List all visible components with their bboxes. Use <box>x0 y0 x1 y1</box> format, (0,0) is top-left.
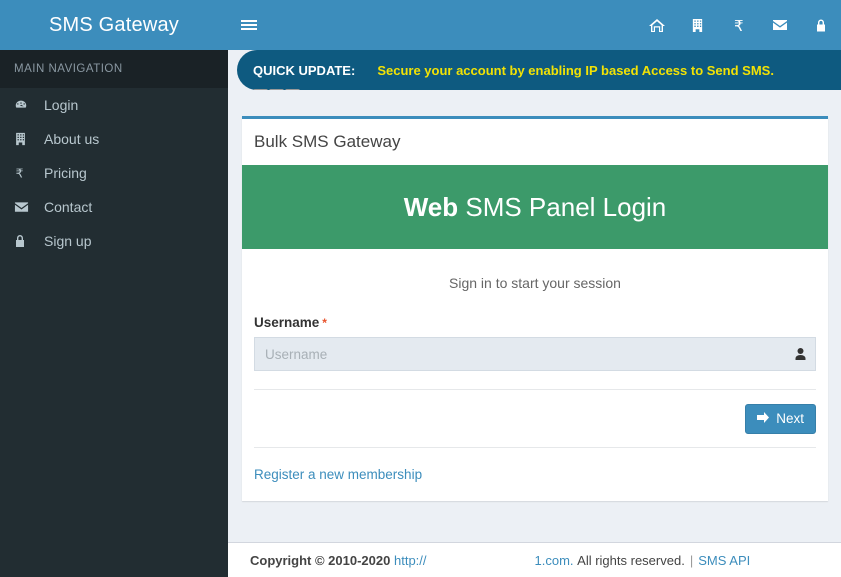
hamburger-icon[interactable] <box>228 0 270 50</box>
envelope-icon[interactable] <box>759 0 800 50</box>
footer-rights: All rights reserved. <box>577 552 685 568</box>
footer: Copyright © 2010-2020 http:// 1.com. All… <box>228 542 841 577</box>
username-label-text: Username <box>254 315 320 330</box>
signin-message: Sign in to start your session <box>449 275 621 291</box>
quick-update-label: QUICK UPDATE: <box>253 62 356 78</box>
sidebar-item-login[interactable]: Login <box>0 88 228 122</box>
form-actions: Next <box>254 390 816 447</box>
login-form: Sign in to start your session Username* <box>242 249 828 501</box>
sidebar-nav: Login About us ₹ Pricing Contact Sign up <box>0 88 228 258</box>
lock-icon[interactable] <box>800 0 841 50</box>
quick-update-message: Secure your account by enabling IP based… <box>377 62 774 78</box>
sidebar-item-sign-up[interactable]: Sign up <box>0 224 228 258</box>
building-icon[interactable] <box>677 0 718 50</box>
brand-title: SMS Gateway <box>48 13 180 36</box>
envelope-icon <box>14 201 36 213</box>
footer-url-suffix[interactable]: 1.com. <box>535 553 574 568</box>
arrow-right-icon <box>757 411 770 426</box>
main-content: Bulk SMS Gateway Web SMS Panel Login Sig… <box>228 90 841 542</box>
next-button-label: Next <box>776 411 804 426</box>
svg-text:₹: ₹ <box>734 17 744 33</box>
register-link[interactable]: Register a new membership <box>254 467 422 482</box>
rupee-icon[interactable]: ₹ <box>718 0 759 50</box>
lock-icon <box>14 234 36 248</box>
panel-banner-rest: SMS Panel Login <box>458 191 667 222</box>
svg-text:₹: ₹ <box>16 166 24 180</box>
login-card: Bulk SMS Gateway Web SMS Panel Login Sig… <box>242 116 828 501</box>
sidebar-item-pricing[interactable]: ₹ Pricing <box>0 156 228 190</box>
username-field-wrap <box>254 337 816 371</box>
footer-separator: | <box>689 552 694 568</box>
sidebar-item-label: About us <box>44 131 100 147</box>
dashboard-icon <box>14 98 36 112</box>
sidebar-item-label: Contact <box>44 199 93 215</box>
building-icon <box>14 132 36 146</box>
sidebar-item-contact[interactable]: Contact <box>0 190 228 224</box>
required-asterisk: * <box>322 316 327 330</box>
quick-update-bar: QUICK UPDATE: Secure your account by ena… <box>228 50 841 90</box>
footer-sms-api-link[interactable]: SMS API <box>698 553 750 568</box>
rupee-icon: ₹ <box>14 166 36 180</box>
brand-logo[interactable]: SMS Gateway <box>0 0 228 50</box>
next-button[interactable]: Next <box>745 403 816 434</box>
sidebar: SMS Gateway MAIN NAVIGATION Login About … <box>0 0 228 577</box>
sidebar-section-header: MAIN NAVIGATION <box>0 50 228 88</box>
footer-copyright: Copyright © 2010-2020 <box>250 552 391 568</box>
header-icon-group: ₹ <box>636 0 841 50</box>
page-root: SMS Gateway MAIN NAVIGATION Login About … <box>0 0 841 577</box>
panel-banner-bold: Web <box>403 191 459 222</box>
panel-banner-text: Web SMS Panel Login <box>404 192 667 223</box>
sidebar-item-label: Pricing <box>44 165 87 181</box>
top-header: ₹ <box>228 0 841 50</box>
panel-banner: Web SMS Panel Login <box>242 165 828 249</box>
sidebar-item-label: Sign up <box>44 233 92 249</box>
quick-update-inner: QUICK UPDATE: Secure your account by ena… <box>237 50 841 90</box>
register-row: Register a new membership <box>254 448 816 501</box>
card-header: Bulk SMS Gateway <box>242 119 828 165</box>
footer-url-prefix[interactable]: http:// <box>394 553 427 568</box>
home-icon[interactable] <box>636 0 677 50</box>
page-title: Bulk SMS Gateway <box>254 132 401 151</box>
sidebar-item-about-us[interactable]: About us <box>0 122 228 156</box>
username-input[interactable] <box>254 337 816 371</box>
username-label: Username * <box>254 315 816 330</box>
sidebar-item-label: Login <box>44 97 79 113</box>
